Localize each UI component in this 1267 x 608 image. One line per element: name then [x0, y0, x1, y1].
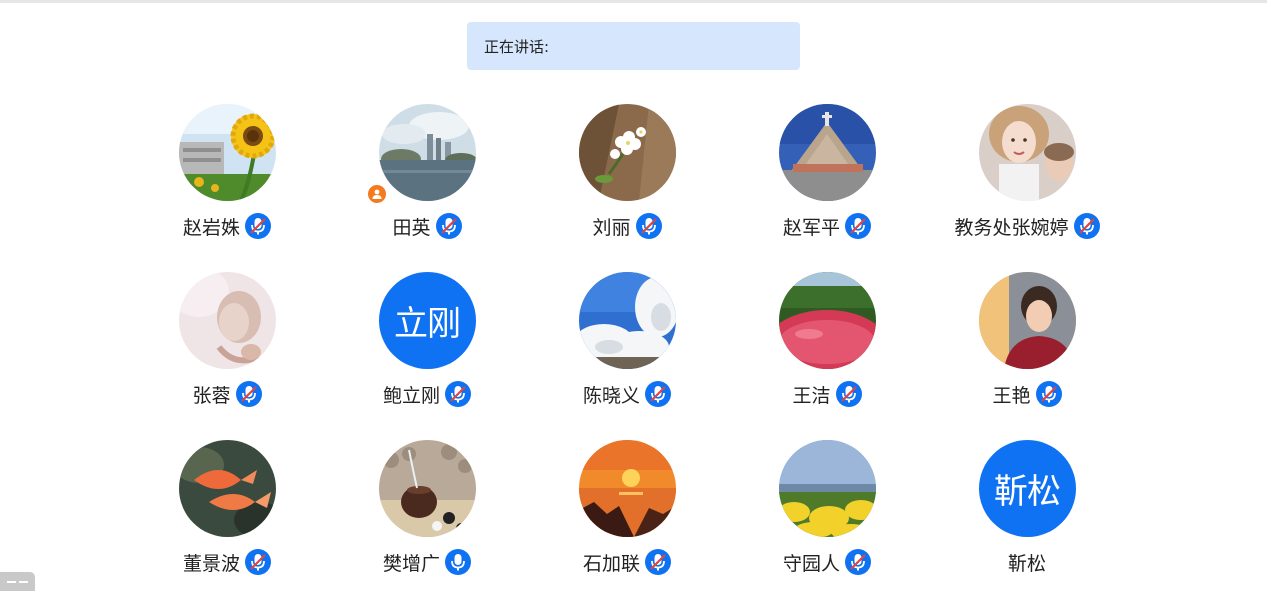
participant-name: 田英: [392, 216, 431, 239]
participant-name: 刘丽: [592, 216, 631, 239]
avatar-text[interactable]: 立刚: [378, 272, 476, 369]
avatar[interactable]: [178, 440, 276, 537]
participant-name-row: 刘丽: [592, 212, 662, 240]
mic-muted-icon[interactable]: [235, 381, 262, 407]
photo-rapeseed-field-icon: [778, 440, 876, 537]
mic-muted-icon[interactable]: [635, 213, 662, 239]
participant-name: 张蓉: [192, 384, 231, 407]
photo-sunset-sea-icon: [578, 440, 676, 537]
participant-name: 王洁: [792, 384, 831, 407]
participant-name: 赵岩姝: [182, 216, 240, 239]
participant-name-row: 石加联: [583, 548, 671, 576]
mic-muted-icon[interactable]: [845, 213, 871, 239]
participant-tile[interactable]: 石加联: [527, 440, 727, 608]
mic-muted-icon[interactable]: [1035, 381, 1062, 407]
speaking-label: 正在讲话:: [484, 37, 550, 56]
mic-muted-icon[interactable]: [435, 213, 462, 239]
participant-name: 王艳: [992, 384, 1031, 407]
participant-name-row: 赵岩姝: [183, 212, 271, 240]
photo-white-flowers-icon: [578, 104, 676, 201]
participant-name-row: 董景波: [183, 548, 271, 576]
photo-red-flowerbed-icon: [778, 272, 876, 369]
avatar-text[interactable]: 靳松: [978, 440, 1076, 537]
avatar[interactable]: [378, 440, 476, 537]
avatar[interactable]: [578, 272, 676, 369]
host-badge-icon: [367, 184, 387, 204]
participant-name-row: 教务处张婉婷: [954, 212, 1100, 240]
avatar[interactable]: [978, 272, 1076, 369]
participant-name-row: 王洁: [792, 380, 862, 408]
participant-tile[interactable]: 张蓉: [127, 272, 327, 440]
participant-name-row: 赵军平: [783, 212, 871, 240]
mic-unmuted-icon[interactable]: [445, 549, 471, 575]
participant-name: 石加联: [582, 552, 640, 575]
top-border: [0, 0, 1267, 3]
mic-muted-icon[interactable]: [245, 213, 271, 239]
mic-muted-icon[interactable]: [645, 549, 671, 575]
avatar[interactable]: [778, 104, 876, 201]
participant-name: 董景波: [182, 552, 240, 575]
photo-goldfish-icon: [178, 440, 276, 537]
participant-grid: 赵岩姝 田英 刘丽 赵军平 教务处张婉婷 张蓉 立刚 鲍立刚 陈晓义 王洁 王艳…: [127, 104, 1127, 608]
speaking-indicator: 正在讲话:: [467, 22, 800, 70]
mic-muted-icon[interactable]: [1073, 213, 1100, 239]
participant-name: 教务处张婉婷: [954, 216, 1069, 239]
participant-name-row: 陈晓义: [583, 380, 671, 408]
participant-name: 樊增广: [382, 552, 440, 575]
dash-icon: [7, 580, 16, 583]
participant-name-row: 樊增广: [383, 548, 471, 576]
photo-monument-icon: [778, 104, 876, 201]
avatar[interactable]: [578, 440, 676, 537]
photo-sunflower-icon: [178, 104, 276, 201]
mic-muted-icon[interactable]: [645, 381, 671, 407]
participant-tile[interactable]: 靳松 靳松: [927, 440, 1127, 608]
avatar[interactable]: [778, 272, 876, 369]
participant-name-row: 鲍立刚: [383, 380, 471, 408]
avatar[interactable]: [178, 104, 276, 201]
participant-name: 靳松: [1007, 552, 1046, 575]
participant-tile[interactable]: 王洁: [727, 272, 927, 440]
participant-name-row: 张蓉: [192, 380, 262, 408]
participant-tile[interactable]: 董景波: [127, 440, 327, 608]
photo-portrait-woman-icon: [978, 104, 1076, 201]
mic-muted-icon[interactable]: [845, 549, 871, 575]
participant-tile[interactable]: 立刚 鲍立刚: [327, 272, 527, 440]
participant-name: 鲍立刚: [382, 384, 440, 407]
avatar[interactable]: [778, 440, 876, 537]
participant-name-row: 田英: [392, 212, 462, 240]
participant-tile[interactable]: 教务处张婉婷: [927, 104, 1127, 272]
mic-muted-icon[interactable]: [445, 381, 471, 407]
mic-muted-icon[interactable]: [835, 381, 862, 407]
participant-name: 陈晓义: [582, 384, 640, 407]
photo-soft-art-icon: [178, 272, 276, 369]
mic-muted-icon[interactable]: [245, 549, 271, 575]
participant-name-row: 靳松: [1008, 548, 1046, 576]
avatar[interactable]: [178, 272, 276, 369]
photo-city-skyline-icon: [378, 104, 476, 201]
participant-tile[interactable]: 赵军平: [727, 104, 927, 272]
participant-name: 赵军平: [782, 216, 840, 239]
photo-blossom-tree-icon: [578, 272, 676, 369]
participant-name-row: 守园人: [783, 548, 871, 576]
participant-name: 守园人: [782, 552, 840, 575]
dash-icon: [19, 580, 28, 583]
participant-tile[interactable]: 赵岩姝: [127, 104, 327, 272]
participant-tile[interactable]: 王艳: [927, 272, 1127, 440]
participant-tile[interactable]: 守园人: [727, 440, 927, 608]
avatar[interactable]: [578, 104, 676, 201]
minimize-handle[interactable]: [0, 572, 35, 591]
participant-name-row: 王艳: [992, 380, 1062, 408]
participant-tile[interactable]: 田英: [327, 104, 527, 272]
photo-portrait-sunset-icon: [978, 272, 1076, 369]
avatar[interactable]: [978, 104, 1076, 201]
avatar[interactable]: [378, 104, 476, 201]
participant-tile[interactable]: 樊增广: [327, 440, 527, 608]
photo-teapot-icon: [378, 440, 476, 537]
participant-tile[interactable]: 刘丽: [527, 104, 727, 272]
participant-tile[interactable]: 陈晓义: [527, 272, 727, 440]
